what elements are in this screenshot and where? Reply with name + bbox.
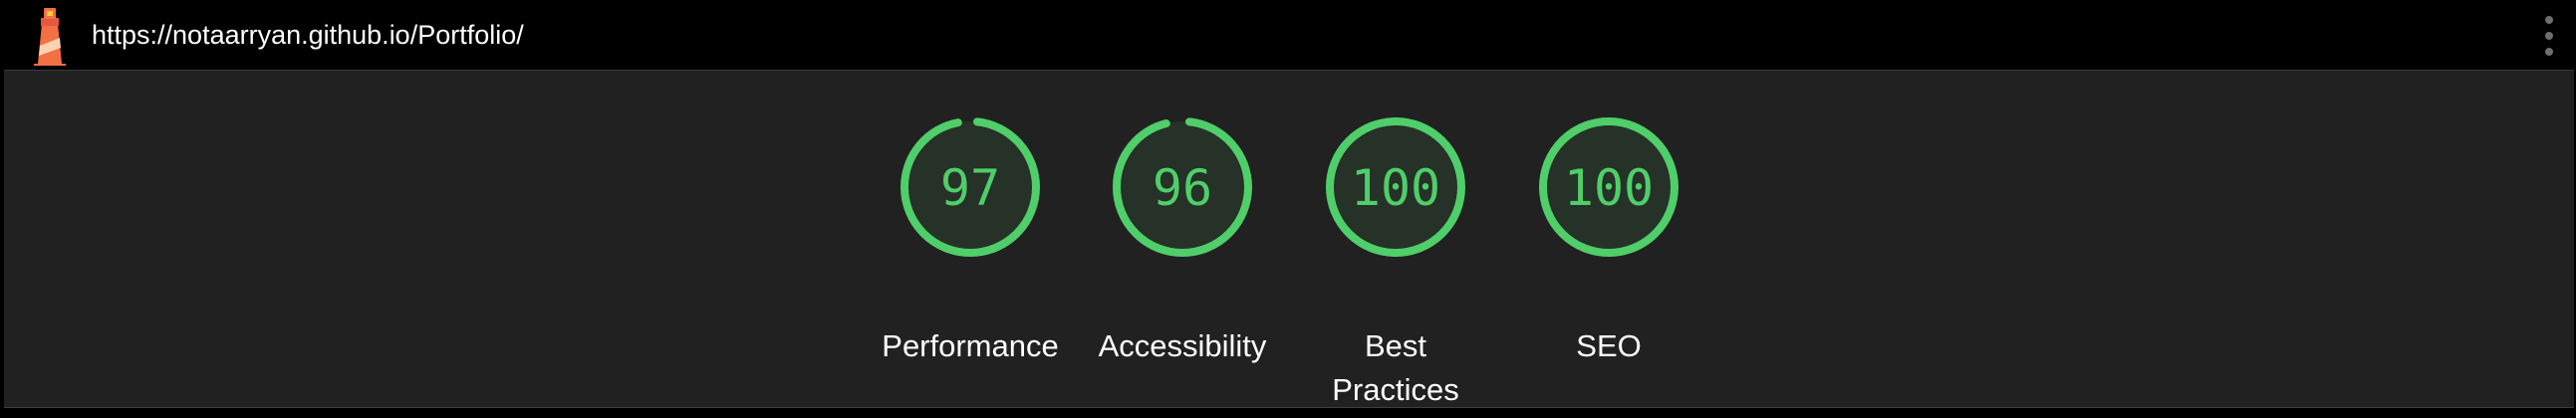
score-label: Performance: [882, 328, 1059, 363]
score-label: Best Practices: [1332, 328, 1459, 407]
score-value: 96: [1153, 159, 1212, 217]
score-value: 100: [1564, 159, 1654, 217]
gauge-ring: 97: [901, 117, 1040, 257]
score-value: 97: [940, 159, 1000, 217]
score-label: SEO: [1576, 328, 1642, 363]
page-url: https://notaarryan.github.io/Portfolio/: [92, 20, 524, 50]
score-value: 100: [1351, 159, 1440, 217]
score-label: Accessibility: [1098, 328, 1267, 363]
scores-panel: 97 Performance 96 Accessibility 100 Best…: [4, 70, 2574, 408]
lighthouse-icon: [34, 8, 66, 66]
gauge-ring: 96: [1113, 117, 1252, 257]
gauge-ring: 100: [1539, 117, 1678, 257]
vertical-ellipsis-icon[interactable]: [2538, 14, 2562, 58]
gauge-ring: 100: [1326, 117, 1465, 257]
report-header: https://notaarryan.github.io/Portfolio/: [0, 0, 2576, 70]
lighthouse-report-window: https://notaarryan.github.io/Portfolio/ …: [0, 0, 2576, 418]
bottom-border: [0, 408, 2576, 418]
